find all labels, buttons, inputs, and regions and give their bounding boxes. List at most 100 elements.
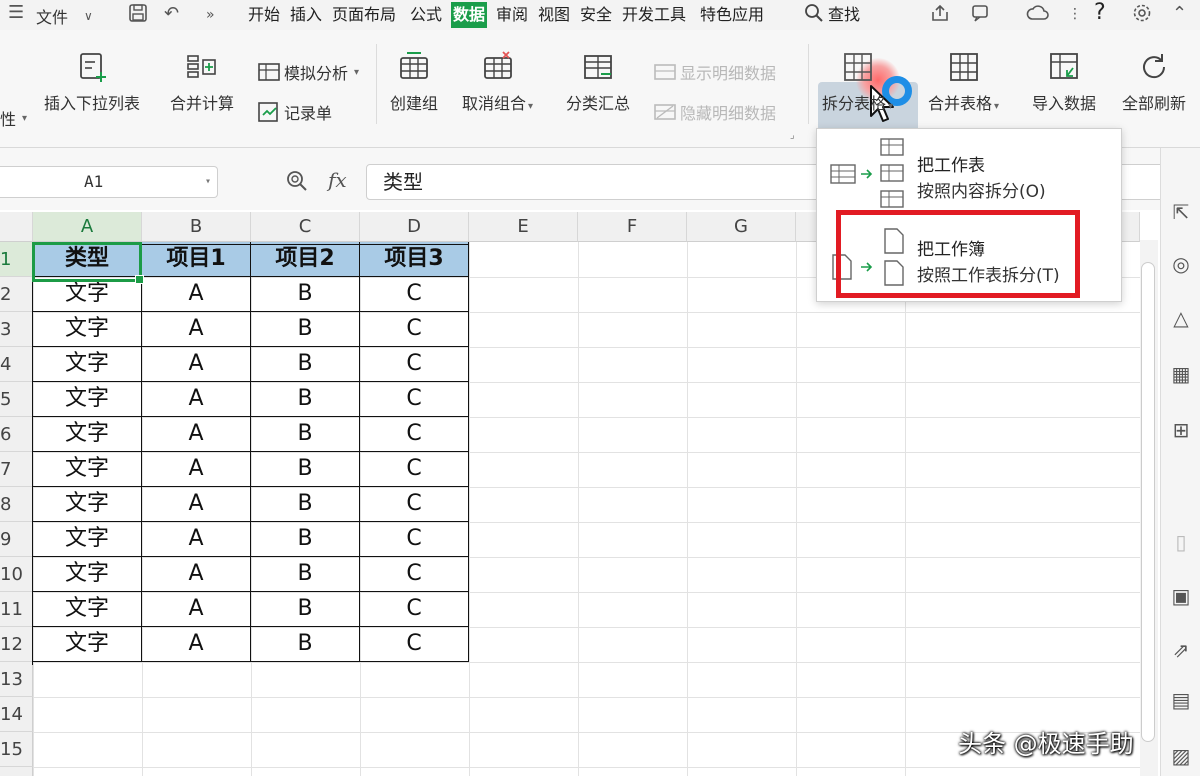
tab-developer[interactable]: 开发工具: [622, 2, 686, 28]
column-header-e[interactable]: E: [469, 212, 578, 242]
zoom-formula-icon[interactable]: [286, 170, 308, 197]
scrollbar-thumb[interactable]: [1141, 262, 1155, 742]
picture-icon[interactable]: ▨: [1169, 744, 1193, 768]
box-icon[interactable]: ▤: [1169, 688, 1193, 712]
refresh-all-button[interactable]: 全部刷新: [1122, 50, 1186, 114]
table-cell[interactable]: A: [142, 277, 251, 312]
table-header-cell[interactable]: 项目3: [360, 242, 469, 277]
table-cell[interactable]: B: [251, 592, 360, 627]
tab-security[interactable]: 安全: [580, 2, 612, 28]
row-header-10[interactable]: 10: [0, 557, 33, 592]
search-label[interactable]: 查找: [828, 2, 860, 28]
table-cell[interactable]: B: [251, 522, 360, 557]
split-worksheet-by-content-item[interactable]: 把工作表 按照内容拆分(O): [817, 129, 1123, 209]
table-cell[interactable]: A: [142, 417, 251, 452]
style-icon[interactable]: △: [1169, 306, 1193, 330]
apps-grid-icon[interactable]: ⊞: [1169, 418, 1193, 442]
table-cell[interactable]: A: [142, 627, 251, 662]
tab-insert[interactable]: 插入: [290, 2, 322, 28]
shapes-icon[interactable]: ◎: [1169, 252, 1193, 276]
tab-data[interactable]: 数据: [451, 2, 488, 28]
column-header-c[interactable]: C: [251, 212, 360, 242]
select-all-corner[interactable]: [0, 212, 33, 242]
settings-icon[interactable]: [1132, 3, 1152, 28]
table-cell[interactable]: C: [360, 487, 469, 522]
save-icon[interactable]: [128, 3, 148, 28]
table-cell[interactable]: C: [360, 592, 469, 627]
share-icon[interactable]: [930, 3, 950, 28]
row-header-7[interactable]: 7: [0, 452, 33, 487]
table-cell[interactable]: A: [142, 592, 251, 627]
subtotal-button[interactable]: 分类汇总: [566, 50, 630, 114]
table-cell[interactable]: 文字: [33, 557, 142, 592]
table-cell[interactable]: 文字: [33, 417, 142, 452]
tab-review[interactable]: 审阅: [496, 2, 528, 28]
table-cell[interactable]: B: [251, 347, 360, 382]
table-header-cell[interactable]: 项目1: [142, 242, 251, 277]
table-cell[interactable]: 文字: [33, 382, 142, 417]
collapse-ribbon-icon[interactable]: ⌃: [1172, 3, 1187, 24]
record-form-button[interactable]: 记录单: [258, 100, 332, 124]
table-cell[interactable]: B: [251, 382, 360, 417]
table-cell[interactable]: B: [251, 312, 360, 347]
table-cell[interactable]: C: [360, 312, 469, 347]
simulate-analysis-button[interactable]: 模拟分析 ▾: [258, 60, 359, 84]
row-header-12[interactable]: 12: [0, 627, 33, 662]
document-icon[interactable]: ▯: [1169, 530, 1193, 554]
table-cell[interactable]: B: [251, 452, 360, 487]
dialog-launcher-icon[interactable]: ⌟: [790, 130, 795, 141]
row-header-15[interactable]: 15: [0, 732, 33, 767]
search-icon[interactable]: [804, 3, 824, 28]
export-icon[interactable]: ⇗: [1169, 638, 1193, 662]
insert-dropdown-list-button[interactable]: 插入下拉列表: [44, 50, 140, 114]
row-header-16[interactable]: 16: [0, 767, 33, 776]
table-cell[interactable]: 文字: [33, 627, 142, 662]
chevron-down-icon[interactable]: ∨: [84, 9, 93, 23]
table-cell[interactable]: A: [142, 347, 251, 382]
import-data-button[interactable]: 导入数据: [1032, 50, 1096, 114]
comment-icon[interactable]: [970, 3, 992, 28]
cursor-select-icon[interactable]: ⇱: [1169, 200, 1193, 224]
split-table-button[interactable]: 拆分表格 ▾: [822, 50, 893, 114]
tab-formula[interactable]: 公式: [410, 2, 442, 28]
undo-icon[interactable]: ↶: [164, 3, 179, 24]
column-header-b[interactable]: B: [142, 212, 251, 242]
row-header-1[interactable]: 1: [0, 242, 33, 277]
column-header-g[interactable]: G: [687, 212, 796, 242]
file-menu[interactable]: 文件: [36, 4, 68, 28]
column-header-f[interactable]: F: [578, 212, 687, 242]
ribbon-cut-label[interactable]: 性 ▾: [0, 106, 27, 130]
table-cell[interactable]: 文字: [33, 312, 142, 347]
row-header-9[interactable]: 9: [0, 522, 33, 557]
hamburger-menu-icon[interactable]: ☰: [8, 2, 24, 23]
merge-calc-button[interactable]: 合并计算: [170, 50, 234, 114]
tab-special-apps[interactable]: 特色应用: [700, 2, 764, 28]
create-group-button[interactable]: 创建组: [390, 50, 438, 114]
hide-detail-button[interactable]: 隐藏明细数据: [654, 100, 776, 124]
table-cell[interactable]: B: [251, 487, 360, 522]
table-cell[interactable]: C: [360, 627, 469, 662]
table-cell[interactable]: B: [251, 627, 360, 662]
column-header-a[interactable]: A: [33, 212, 142, 242]
table-cell[interactable]: A: [142, 452, 251, 487]
table-cell[interactable]: B: [251, 557, 360, 592]
ungroup-button[interactable]: 取消组合 ▾: [462, 50, 533, 114]
column-header-d[interactable]: D: [360, 212, 469, 242]
table-cell[interactable]: C: [360, 452, 469, 487]
row-header-2[interactable]: 2: [0, 277, 33, 312]
table-cell[interactable]: A: [142, 557, 251, 592]
cloud-sync-icon[interactable]: [1026, 3, 1050, 28]
image-icon[interactable]: ▣: [1169, 584, 1193, 608]
table-cell[interactable]: 文字: [33, 452, 142, 487]
table-cell[interactable]: 文字: [33, 277, 142, 312]
row-header-5[interactable]: 5: [0, 382, 33, 417]
row-header-3[interactable]: 3: [0, 312, 33, 347]
table-cell[interactable]: B: [251, 277, 360, 312]
help-button[interactable]: ?: [1094, 0, 1106, 26]
table-cell[interactable]: 文字: [33, 592, 142, 627]
chevron-down-icon[interactable]: ▾: [205, 167, 211, 197]
more-tools-icon[interactable]: »: [206, 7, 215, 23]
table-cell[interactable]: B: [251, 417, 360, 452]
table-cell[interactable]: 文字: [33, 522, 142, 557]
table-cell[interactable]: A: [142, 522, 251, 557]
